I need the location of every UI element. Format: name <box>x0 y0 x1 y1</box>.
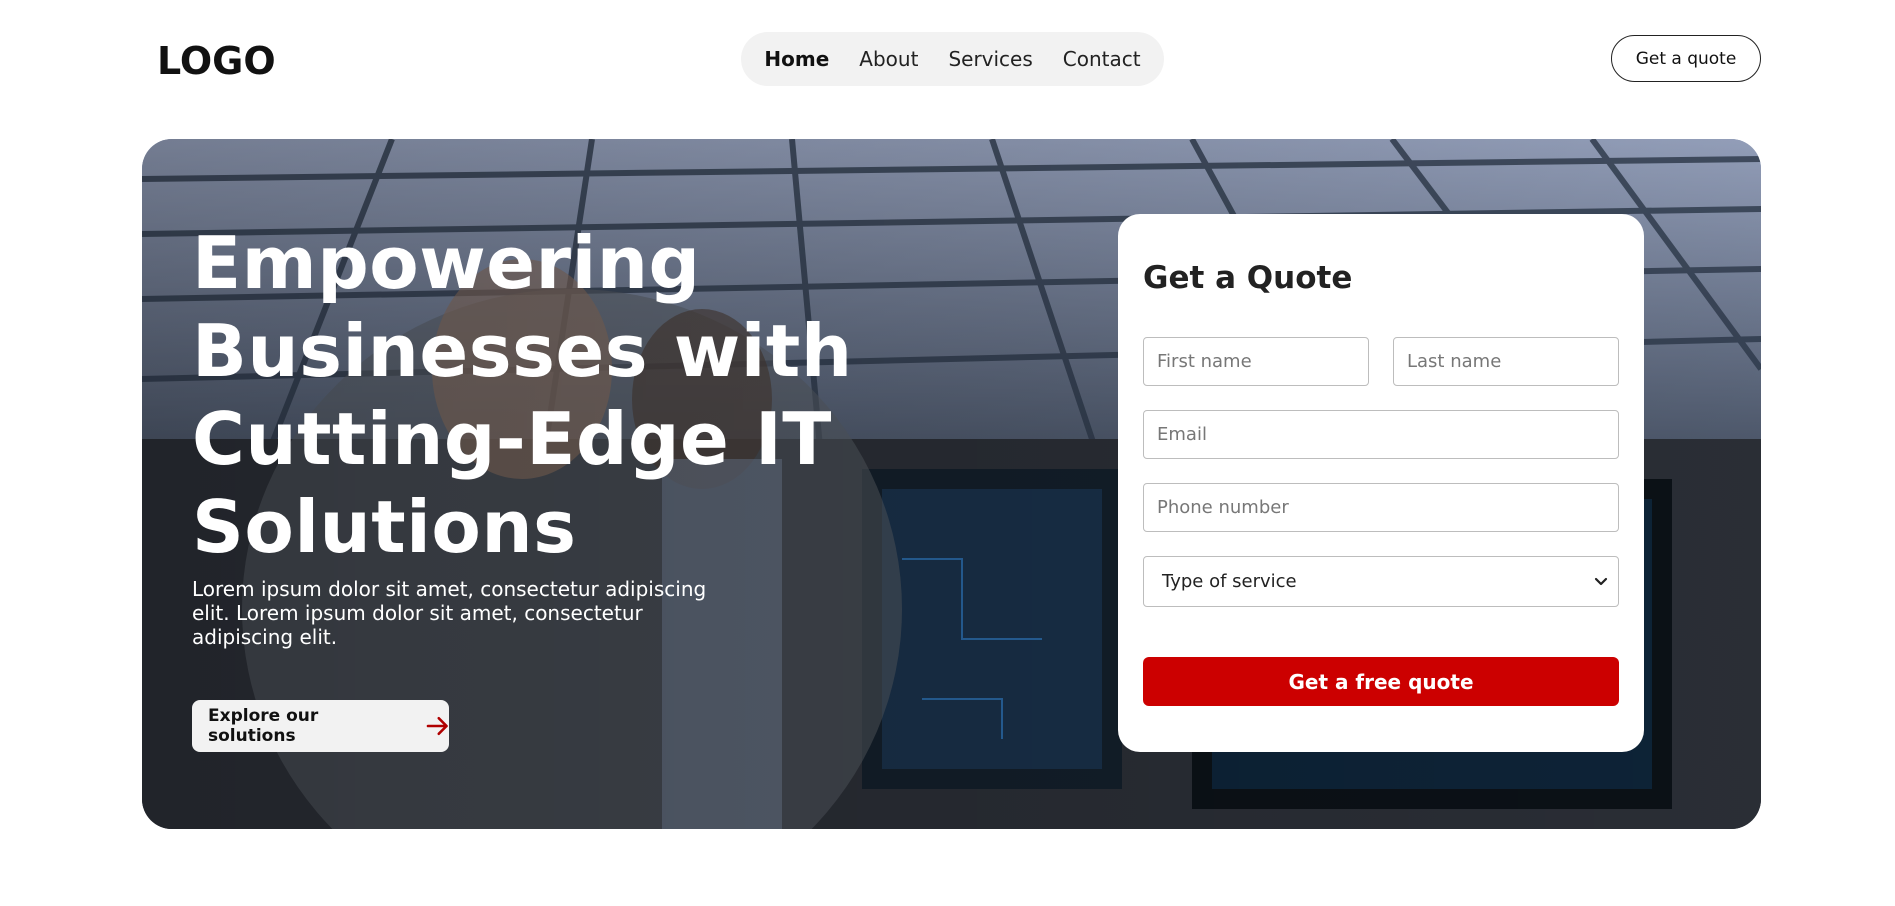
service-type-select[interactable]: Type of service <box>1143 556 1619 607</box>
nav-item-about[interactable]: About <box>859 47 918 71</box>
email-input[interactable] <box>1143 410 1619 459</box>
nav-item-services[interactable]: Services <box>948 47 1032 71</box>
form-title: Get a Quote <box>1143 260 1353 296</box>
chevron-down-icon <box>1594 577 1608 585</box>
phone-input[interactable] <box>1143 483 1619 532</box>
hero-description: Lorem ipsum dolor sit amet, consectetur … <box>192 577 707 649</box>
explore-solutions-label: Explore our solutions <box>208 706 319 746</box>
hero-section: Empowering Businesses with Cutting-Edge … <box>142 139 1761 829</box>
quote-form-card: Get a Quote Type of service Get a free q… <box>1118 214 1644 752</box>
main-nav: Home About Services Contact <box>741 32 1164 86</box>
service-type-value: Type of service <box>1162 571 1297 592</box>
last-name-input[interactable] <box>1393 337 1619 386</box>
nav-item-home[interactable]: Home <box>764 47 829 71</box>
logo[interactable]: LOGO <box>157 38 276 84</box>
get-free-quote-button[interactable]: Get a free quote <box>1143 657 1619 706</box>
first-name-input[interactable] <box>1143 337 1369 386</box>
hero-title: Empowering Businesses with Cutting-Edge … <box>192 221 853 569</box>
explore-solutions-button[interactable]: Explore our solutions <box>192 700 449 752</box>
arrow-right-icon <box>426 716 448 736</box>
nav-item-contact[interactable]: Contact <box>1063 47 1141 71</box>
get-quote-button[interactable]: Get a quote <box>1611 35 1761 82</box>
